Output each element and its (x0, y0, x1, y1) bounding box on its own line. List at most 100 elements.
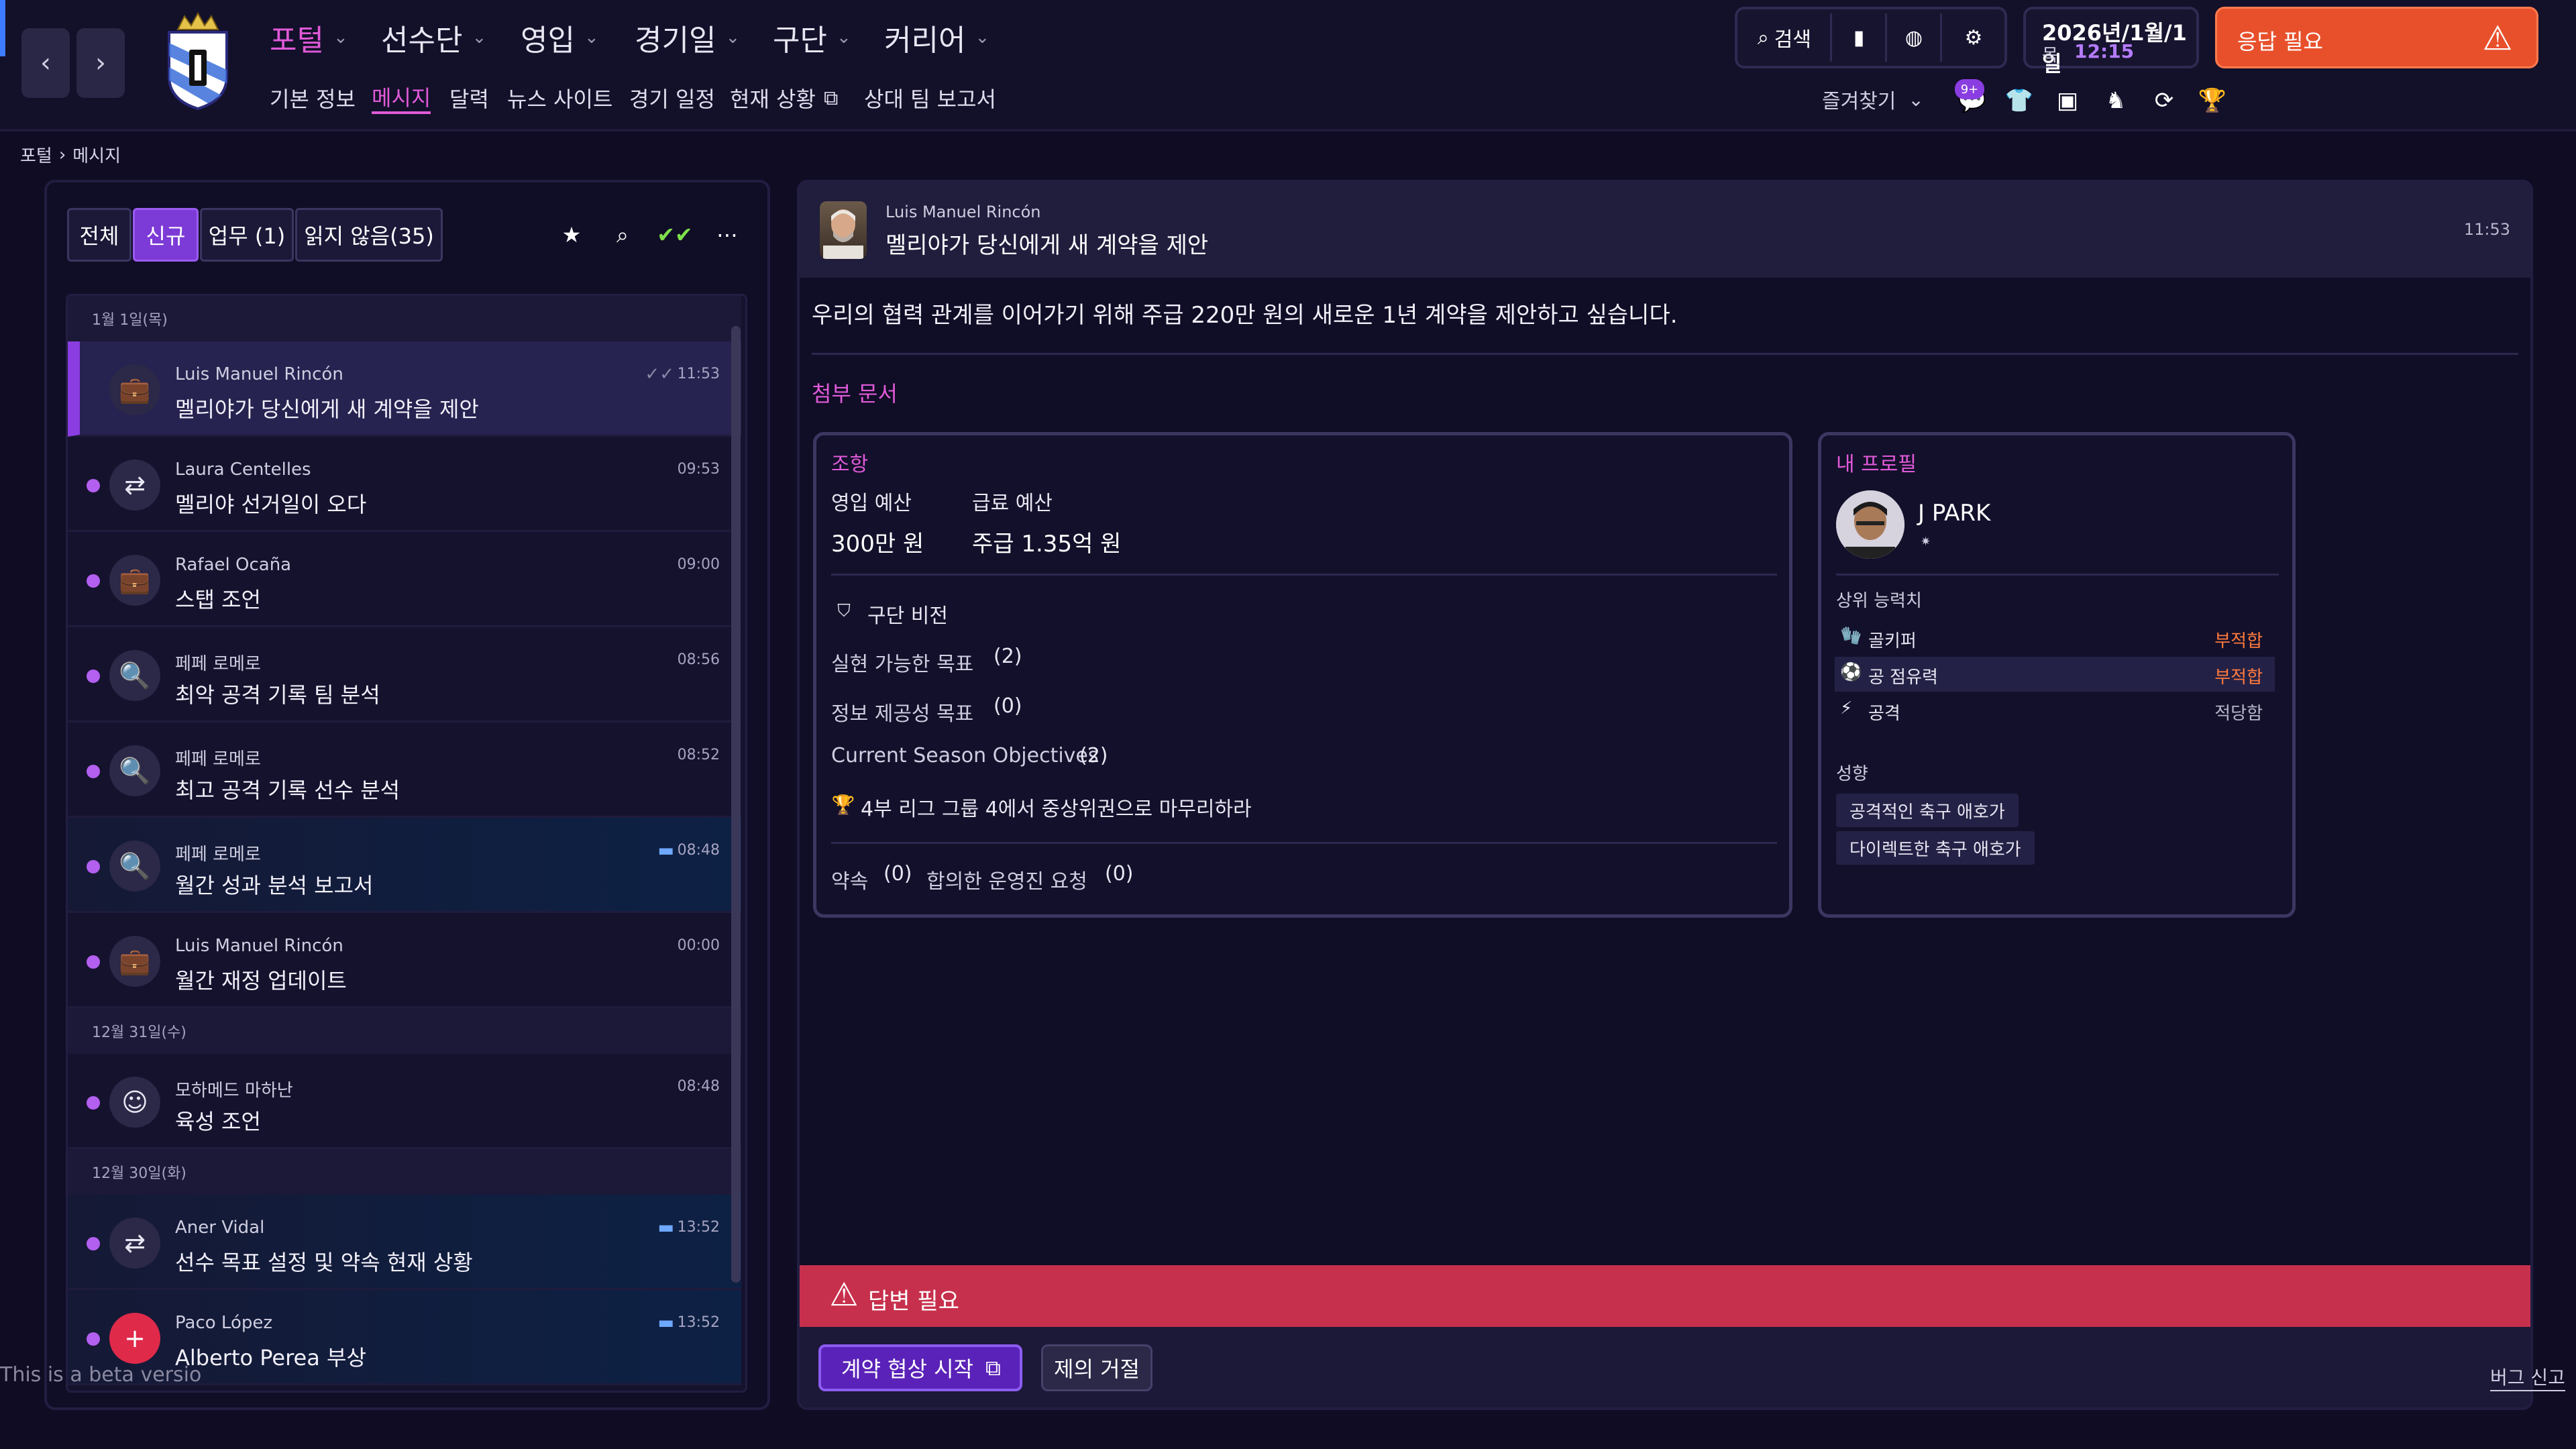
submenu-fixtures[interactable]: 경기 일정 (629, 82, 715, 114)
filter-all[interactable]: 전체 (67, 208, 131, 262)
terms-title: 조항 (831, 453, 869, 476)
trait-tag: 공격적인 축구 애호가 (1836, 794, 2019, 827)
staff-button[interactable]: ♞ (2098, 83, 2133, 118)
youth-group-icon: ☺ (109, 1077, 160, 1128)
shirt-icon: 👕 (2004, 87, 2034, 114)
attribute-row: 🧤 골키퍼 부적합 (1835, 621, 2275, 655)
menu-squad[interactable]: 선수단 ⌄ (381, 17, 486, 58)
message-item[interactable]: 🔍 페페 로메로 최악 공격 기록 팀 분석 08:56 (68, 627, 741, 722)
reject-offer-button[interactable]: 제의 거절 (1041, 1344, 1152, 1391)
chevron-right-icon: › (58, 144, 66, 165)
submenu-calendar[interactable]: 달력 (449, 82, 489, 114)
world-button[interactable]: ◍ (1889, 9, 1939, 66)
message-item[interactable]: 🔍 페페 로메로 월간 성과 분석 보고서 ▬ 08:48 (68, 818, 741, 913)
attack-icon: ⚡ (1840, 698, 1853, 718)
comment-icon: ▬ (657, 1218, 674, 1238)
chevron-down-icon: ⌄ (472, 28, 487, 48)
filter-new[interactable]: 신규 (133, 208, 199, 262)
refresh-icon: ⟳ (2154, 87, 2174, 114)
message-item[interactable]: 💼 Luis Manuel Rincón 월간 재정 업데이트 00:00 (68, 913, 741, 1008)
external-link-icon: ⧉ (823, 86, 839, 110)
traits-label: 성향 (1836, 764, 1868, 784)
top-attributes-label: 상위 능력치 (1836, 591, 1922, 611)
mark-read-icon[interactable]: ✔✔ (655, 215, 695, 255)
transfer-arrows-icon: ⇄ (109, 460, 160, 511)
favorites-dropdown[interactable]: 즐겨찾기 ⌄ (1822, 85, 1924, 114)
message-subject: 멜리야 선거일이 오다 (175, 492, 367, 517)
briefcase-icon: 💼 (109, 364, 160, 415)
league-goal: 4부 리그 그룹 4에서 중상위권으로 마무리하라 (861, 798, 1252, 821)
crest-icon (168, 11, 228, 111)
start-negotiation-button[interactable]: 계약 협상 시작 ⧉ (818, 1344, 1022, 1391)
star-icon[interactable]: ★ (551, 215, 592, 255)
chevron-right-icon: › (95, 48, 106, 78)
filter-tasks[interactable]: 업무 (1) (200, 208, 294, 262)
profile-title: 내 프로필 (1836, 453, 1917, 476)
unread-dot (87, 669, 100, 683)
message-time: 00:00 (677, 937, 720, 954)
tactics-button[interactable]: ▣ (2050, 83, 2085, 118)
message-list[interactable]: 1월 1일(목) 💼 Luis Manuel Rincón 멜리야가 당신에게 … (66, 294, 747, 1393)
forward-button[interactable]: › (76, 28, 125, 98)
reply-needed-label: 답변 필요 (868, 1288, 959, 1315)
menu-career[interactable]: 커리어 ⌄ (884, 17, 989, 58)
board-requests-count: (0) (1105, 862, 1134, 885)
medical-cross-icon: + (109, 1313, 160, 1364)
breadcrumb-root[interactable]: 포털 (20, 142, 52, 167)
external-link-icon: ⧉ (985, 1354, 1001, 1381)
bug-report-link[interactable]: 버그 신고 (2490, 1363, 2565, 1391)
unread-dot (87, 479, 100, 492)
message-subject: 선수 목표 설정 및 약속 현재 상황 (175, 1250, 473, 1275)
message-item[interactable]: ⇄ Laura Centelles 멜리야 선거일이 오다 09:53 (68, 437, 741, 532)
back-button[interactable]: ‹ (21, 28, 70, 98)
comment-icon: ▬ (657, 841, 674, 861)
person-icon (1836, 490, 1904, 559)
staff-icon: ♞ (2105, 87, 2127, 114)
date-header: 12월 30일(화) (68, 1149, 741, 1195)
club-crest[interactable] (161, 9, 235, 111)
submenu-overview[interactable]: 기본 정보 (270, 82, 356, 114)
refresh-button[interactable]: ⟳ (2147, 83, 2182, 118)
submenu-inbox[interactable]: 메시지 (372, 82, 431, 114)
message-sender: Luis Manuel Rincón (175, 364, 343, 384)
message-item[interactable]: ☺ 모하메드 마하난 육성 조언 08:48 (68, 1054, 741, 1149)
message-subject: 월간 성과 분석 보고서 (175, 873, 374, 898)
message-sender: Paco López (175, 1313, 272, 1333)
kit-button[interactable]: 👕 (2002, 83, 2037, 118)
date-display[interactable]: 2026년/1월/1일 목 12:15 (2023, 7, 2199, 76)
action-footer: 계약 협상 시작 ⧉ 제의 거절 (800, 1327, 2530, 1407)
detail-time: 11:53 (2463, 220, 2510, 239)
menu-club[interactable]: 구단 ⌄ (773, 17, 851, 58)
message-time: 11:53 (677, 366, 720, 382)
search-button[interactable]: ⌕ 검색 (1741, 9, 1827, 66)
menu-matchday[interactable]: 경기일 ⌄ (635, 17, 740, 58)
menu-portal[interactable]: 포털 ⌄ (270, 17, 348, 58)
current-time: 12:15 (2074, 40, 2135, 62)
briefcase-icon: 💼 (109, 555, 160, 606)
settings-button[interactable]: ⚙ (1944, 9, 2003, 66)
submenu-news[interactable]: 뉴스 사이트 (507, 82, 612, 114)
message-body: 우리의 협력 관계를 이어가기 위해 주급 220만 원의 새로운 1년 계약을… (812, 302, 1678, 329)
message-item-contract-offer[interactable]: 💼 Luis Manuel Rincón 멜리야가 당신에게 새 계약을 제안 … (68, 341, 741, 437)
reply-needed-bar: ⚠ 답변 필요 (800, 1265, 2530, 1327)
bookmark-button[interactable]: ▮ (1834, 9, 1884, 66)
trophy-icon: 🏆 (2198, 87, 2227, 114)
message-sender: 모하메드 마하난 (175, 1081, 293, 1101)
submenu-opposition-report[interactable]: 상대 팀 보고서 (864, 82, 996, 114)
transfer-budget-label: 영입 예산 (831, 492, 912, 515)
trophy-button[interactable]: 🏆 (2195, 83, 2230, 118)
more-options-icon[interactable]: ⋯ (707, 215, 747, 255)
current-weekday: 목 (2042, 46, 2058, 66)
message-item[interactable]: 🔍 페페 로메로 최고 공격 기록 선수 분석 08:52 (68, 722, 741, 818)
message-item[interactable]: ⇄ Aner Vidal 선수 목표 설정 및 약속 현재 상황 ▬ 13:52 (68, 1195, 741, 1290)
response-required-button[interactable]: 응답 필요 ⚠ (2215, 7, 2538, 68)
message-list-scrollbar[interactable] (731, 326, 741, 1283)
feasible-goals-label: 실현 가능한 목표 (831, 653, 974, 676)
filter-unread[interactable]: 읽지 않음(35) (295, 208, 443, 262)
response-required-label: 응답 필요 (2237, 29, 2323, 54)
menu-recruitment[interactable]: 영입 ⌄ (521, 17, 599, 58)
search-icon[interactable]: ⌕ (602, 215, 643, 255)
message-item[interactable]: 💼 Rafael Ocaña 스탭 조언 09:00 (68, 532, 741, 627)
submenu-status[interactable]: 현재 상황 ⧉ (730, 82, 838, 114)
message-time: 08:48 (677, 842, 720, 859)
